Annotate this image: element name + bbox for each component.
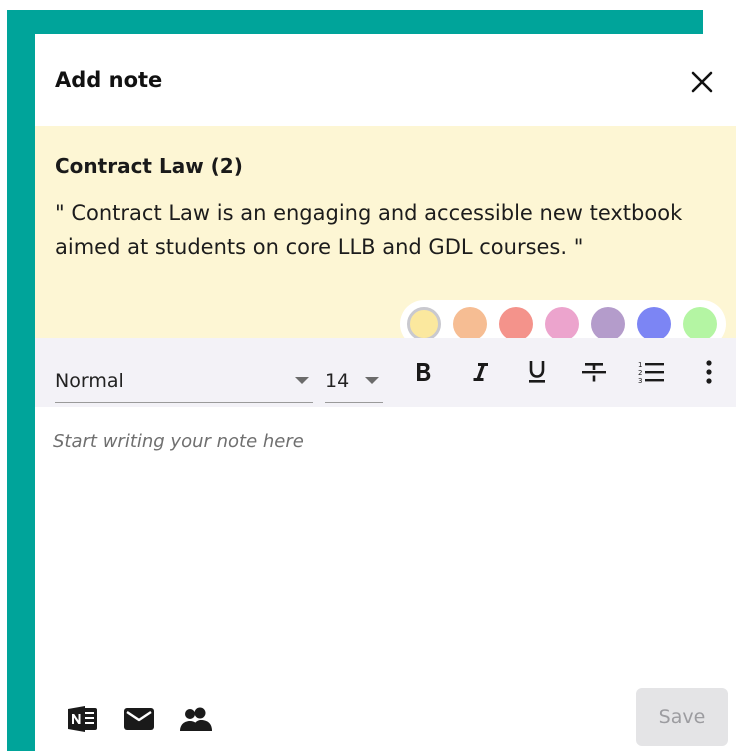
share-people-icon (180, 707, 212, 731)
color-swatch-purple[interactable] (591, 307, 625, 341)
close-button[interactable] (690, 70, 714, 94)
numbered-list-icon: 1 2 3 (638, 361, 664, 385)
italic-icon (473, 363, 488, 381)
italic-button[interactable] (464, 356, 496, 388)
close-icon (691, 71, 713, 93)
color-swatch-green[interactable] (683, 307, 717, 341)
add-note-dialog: Add note Contract Law (2) " Contract Law… (35, 34, 736, 751)
chevron-down-icon (365, 377, 379, 384)
email-button[interactable] (123, 704, 157, 734)
bold-icon (417, 363, 431, 381)
onenote-button[interactable] (67, 704, 101, 734)
color-swatch-blue[interactable] (637, 307, 671, 341)
highlight-title: Contract Law (2) (55, 154, 243, 178)
color-swatch-yellow[interactable] (407, 307, 441, 341)
onenote-icon (68, 706, 97, 732)
note-editor[interactable]: Start writing your note here (35, 407, 736, 667)
highlight-passage: Contract Law (2) " Contract Law is an en… (35, 126, 736, 348)
bold-button[interactable] (407, 356, 439, 388)
chevron-down-icon (295, 377, 309, 384)
share-button[interactable] (179, 704, 213, 734)
svg-text:3: 3 (638, 377, 642, 385)
more-options-button[interactable] (693, 356, 725, 388)
color-swatch-red[interactable] (499, 307, 533, 341)
save-button[interactable]: Save (636, 688, 728, 746)
color-swatch-orange[interactable] (453, 307, 487, 341)
more-options-icon (706, 360, 712, 384)
strikethrough-button[interactable] (578, 356, 610, 388)
svg-text:2: 2 (638, 369, 642, 377)
font-size-select[interactable]: 14 (325, 358, 383, 403)
underline-button[interactable] (521, 356, 553, 388)
color-swatch-pink[interactable] (545, 307, 579, 341)
formatting-toolbar: Normal 14 1 2 3 (35, 338, 736, 407)
svg-text:1: 1 (638, 361, 642, 369)
strikethrough-icon (582, 363, 606, 382)
underline-icon (529, 361, 545, 383)
note-placeholder: Start writing your note here (53, 431, 304, 452)
highlight-quote: " Contract Law is an engaging and access… (55, 201, 683, 259)
dialog-header: Add note (35, 34, 736, 126)
font-size-value: 14 (325, 370, 350, 392)
font-style-select[interactable]: Normal (55, 358, 313, 403)
email-icon (124, 708, 154, 730)
numbered-list-button[interactable]: 1 2 3 (635, 356, 667, 388)
dialog-title: Add note (55, 68, 163, 92)
font-style-value: Normal (55, 370, 124, 392)
